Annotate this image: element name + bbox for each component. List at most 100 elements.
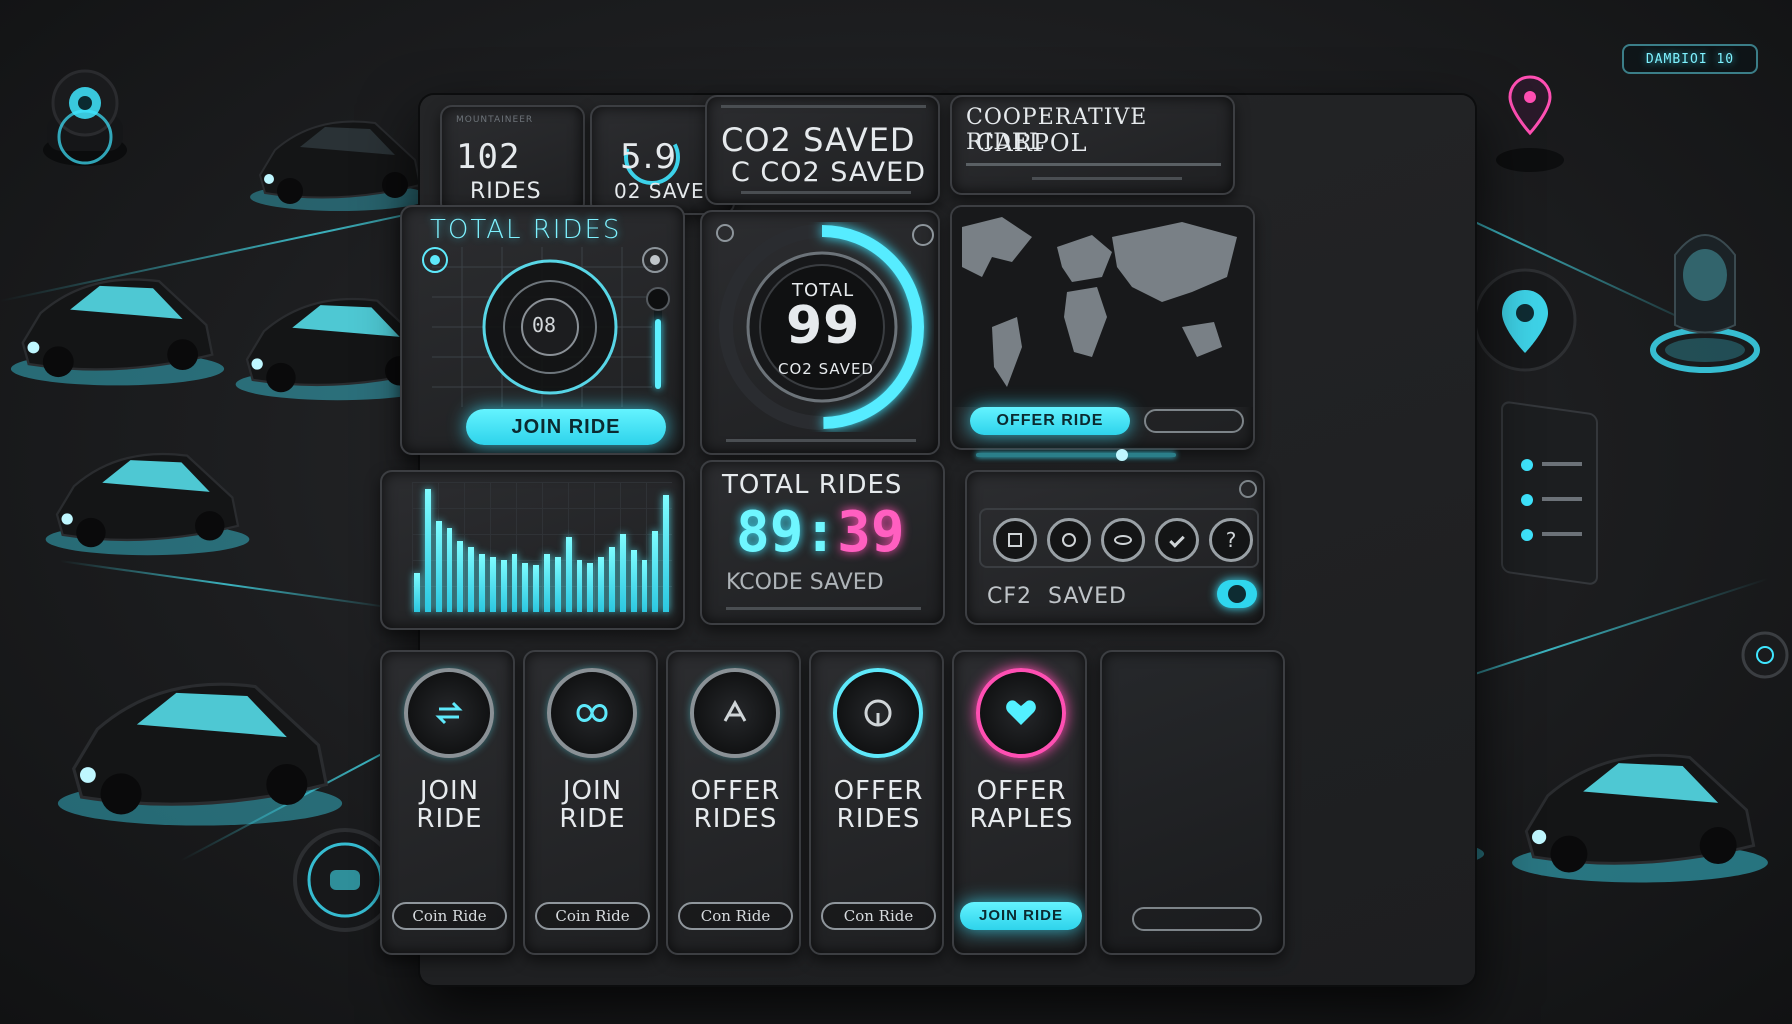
quick-saved-label: CF2 SAVED [987, 584, 1127, 609]
bar-chart-bar [565, 536, 572, 612]
counter-value-cyan: 89: [736, 500, 838, 565]
bar-chart-bar [533, 565, 540, 612]
gauge-value: 99 [786, 296, 861, 356]
gauge-label-bottom: CO2 SAVED [778, 360, 874, 378]
sidebar-widget-icon [1492, 390, 1607, 590]
bar-chart-bar [500, 560, 507, 612]
total-rides-counter-panel: TOTAL RIDES 89:39 KCODE SAVED [700, 460, 945, 625]
slider-fill [655, 319, 661, 389]
action-card-title1: OFFER [833, 776, 924, 806]
action-card[interactable]: OFFER RAPLES JOIN RIDE [952, 650, 1087, 955]
bar-chart-bar [522, 562, 529, 612]
action-card-title2: RIDES [836, 804, 921, 834]
bar-chart-bar [630, 549, 637, 612]
map-progress-track[interactable] [976, 449, 1176, 461]
counter-subtitle: KCODE SAVED [726, 570, 884, 595]
cooperative-card-caption-decoration [1032, 177, 1182, 180]
car-icon [5, 255, 230, 395]
action-card[interactable]: JOIN RIDE Coin Ride [380, 650, 515, 955]
bar-chart-bar [511, 553, 518, 612]
eye-icon[interactable] [1101, 518, 1145, 562]
action-card-title1: OFFER [976, 776, 1067, 806]
background-glow-line [59, 560, 397, 610]
settings-icon[interactable] [642, 247, 668, 273]
gauge-footer-decoration [726, 439, 916, 442]
action-card-title2: RIDE [559, 804, 626, 834]
cooperative-card-title2: CARPOL [976, 129, 1088, 157]
car-icon [40, 430, 255, 565]
rides-bar-chart-panel [380, 470, 685, 630]
cooperative-carpool-card: COOPERATIVE RIDEL CARPOL [950, 95, 1235, 195]
car-icon [1505, 725, 1775, 895]
map-progress-knob[interactable] [1116, 449, 1128, 461]
car-icon [245, 105, 435, 215]
total-rides-slider-track[interactable] [654, 299, 662, 389]
bar-chart-bar [554, 557, 561, 612]
co2-card-line1: CO2 SAVED [721, 121, 916, 159]
quick-saved-toggle[interactable] [1217, 580, 1257, 608]
bar-chart-bar [652, 531, 659, 612]
bar-chart-bar [479, 553, 485, 612]
world-map-icon [952, 207, 1253, 407]
action-card[interactable]: OFFER RIDES Con Ride [666, 650, 801, 955]
rides-stat-header: MOUNTAINEER [456, 115, 534, 125]
co2-saved-card: CO2 SAVED C CO2 SAVED [705, 95, 940, 205]
bar-chart-bar [435, 521, 442, 612]
bar-chart-bar [619, 534, 626, 612]
car-showcase-footer-pill[interactable] [1132, 907, 1262, 931]
counter-footer-decoration [726, 607, 921, 610]
glowing-knob-icon [35, 45, 135, 170]
rides-stat-card: MOUNTAINEER 102 RIDES [440, 105, 585, 215]
action-card[interactable]: JOIN RIDE Coin Ride [523, 650, 658, 955]
quick-icons-panel: ? CF2 SAVED [965, 470, 1265, 625]
gauge-left-icon[interactable] [716, 224, 734, 242]
bar-chart-plot [412, 482, 672, 612]
map-secondary-pill[interactable] [1144, 409, 1244, 433]
small-knob-icon [1740, 630, 1790, 680]
route-share-icon[interactable] [690, 668, 780, 758]
world-map-panel: OFFER RIDE [950, 205, 1255, 450]
action-card-button[interactable]: Coin Ride [535, 902, 650, 930]
action-card-button[interactable]: Con Ride [821, 902, 936, 930]
app-badge-label: DAMBIOI 10 [1645, 51, 1735, 67]
bar-chart-bar [609, 547, 615, 612]
bar-chart-bar [489, 557, 496, 612]
slider-knob-icon[interactable] [646, 287, 670, 311]
action-card-button[interactable]: Coin Ride [392, 902, 507, 930]
app-badge[interactable]: DAMBIOI 10 [1622, 44, 1758, 74]
action-card-title2: RAPLES [969, 804, 1074, 834]
action-card-title2: RIDE [416, 804, 483, 834]
cooperative-card-progress [966, 163, 1221, 166]
glowing-capsule-icon [1645, 215, 1765, 375]
bar-chart-bar [587, 562, 594, 612]
offer-ride-button[interactable]: OFFER RIDE [970, 407, 1130, 435]
total-rides-center-text: 08 [532, 313, 557, 337]
counter-title: TOTAL RIDES [722, 470, 903, 500]
leaf-icon[interactable] [1047, 518, 1091, 562]
bar-chart-bar [446, 527, 453, 612]
bar-chart-bar [424, 488, 431, 612]
bar-chart-bar [576, 560, 583, 612]
swap-arrows-icon[interactable] [404, 668, 494, 758]
action-card[interactable]: OFFER RIDES Con Ride [809, 650, 944, 955]
bar-chart-bar [414, 573, 420, 612]
counter-value-pink: 39 [837, 500, 905, 565]
check-icon[interactable] [1155, 518, 1199, 562]
join-ride-button[interactable]: JOIN RIDE [466, 409, 666, 445]
heart-icon[interactable] [976, 668, 1066, 758]
quick-panel-corner-icon[interactable] [1239, 480, 1257, 498]
steering-icon[interactable] [833, 668, 923, 758]
target-icon[interactable] [422, 247, 448, 273]
action-card-title1: JOIN [419, 776, 480, 806]
bar-chart-bar [598, 557, 605, 612]
co2-card-line2: C CO2 SAVED [731, 157, 927, 188]
action-card-button[interactable]: JOIN RIDE [960, 902, 1082, 930]
bar-chart-bar [468, 547, 475, 612]
shield-icon[interactable] [993, 518, 1037, 562]
gauge-corner-icon[interactable] [912, 224, 934, 246]
counter-value-wrap: 89:39 [736, 500, 905, 565]
help-icon[interactable]: ? [1209, 518, 1253, 562]
infinity-icon[interactable] [547, 668, 637, 758]
co2-card-header-decoration [721, 105, 926, 108]
action-card-button[interactable]: Con Ride [678, 902, 793, 930]
